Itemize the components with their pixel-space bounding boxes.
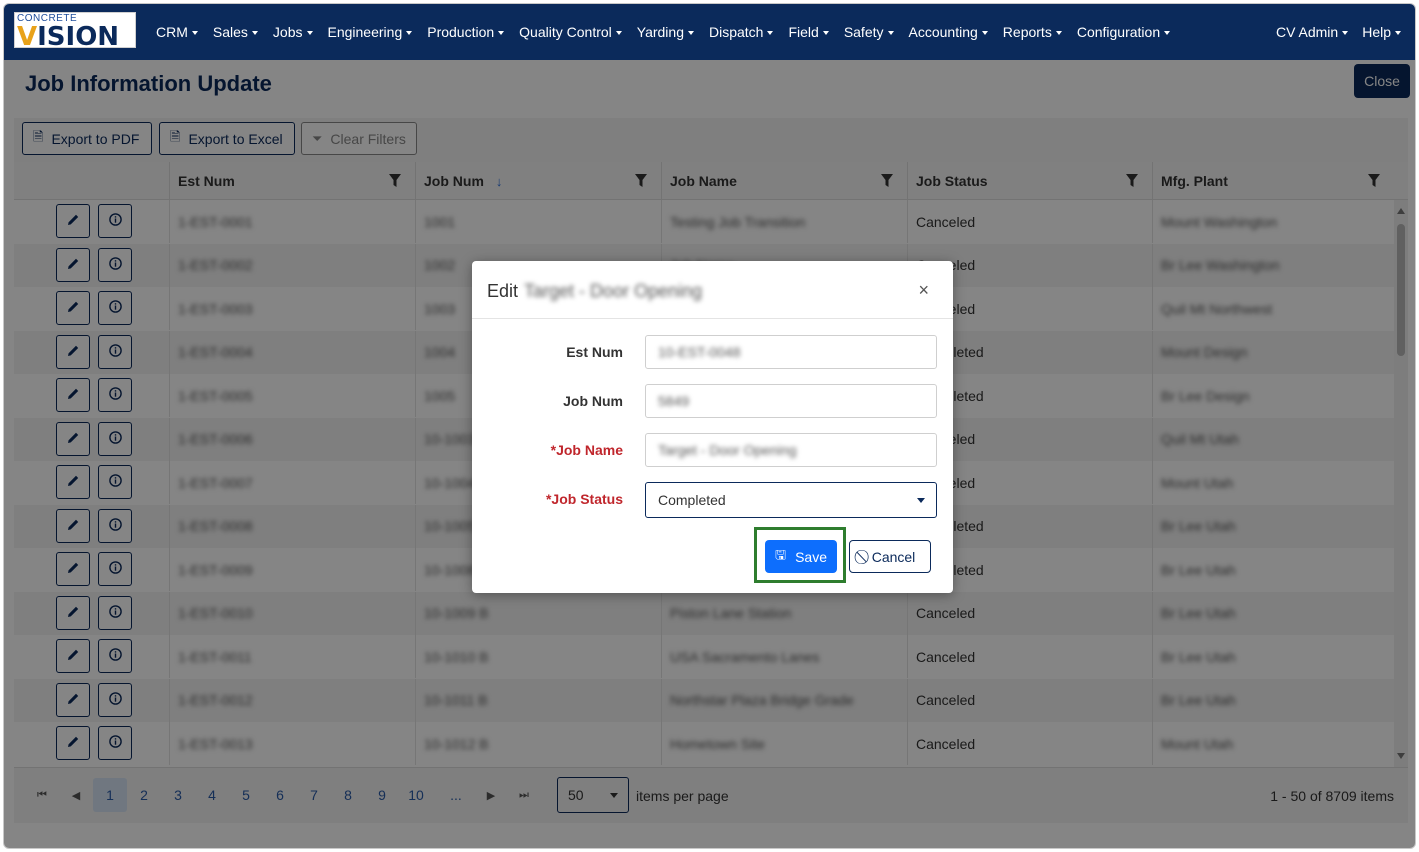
caret-down-icon: [1395, 31, 1401, 36]
nav-item-jobs[interactable]: Jobs: [273, 24, 313, 40]
nav-item-label: Help: [1362, 24, 1391, 40]
nav-right-help[interactable]: Help: [1362, 24, 1401, 40]
nav-item-accounting[interactable]: Accounting: [909, 24, 988, 40]
caret-down-icon: [615, 31, 622, 36]
nav-item-label: Accounting: [908, 24, 978, 40]
job-status-label: *Job Status: [545, 491, 623, 507]
concrete-vision-logo[interactable]: CONCRETE VISION: [14, 12, 136, 52]
save-label: Save: [795, 548, 827, 565]
floppy-disk-icon: 🖫: [775, 546, 787, 562]
nav-item-label: Safety: [843, 24, 884, 40]
nav-item-label: Quality Control: [519, 24, 612, 40]
dialog-header: Edit Target - Door Opening ×: [472, 261, 953, 319]
chevron-down-icon: [917, 498, 925, 503]
job-status-row: *Job Status Completed: [472, 482, 953, 518]
job-name-value: Target - Door Opening: [658, 442, 797, 458]
job-name-label: *Job Name: [550, 442, 623, 458]
save-button[interactable]: 🖫 Save: [765, 540, 837, 573]
est-num-value: 10-EST-0048: [658, 344, 741, 360]
nav-item-yarding[interactable]: Yarding: [637, 24, 694, 40]
nav-item-label: Reports: [1002, 24, 1052, 40]
est-num-field[interactable]: 10-EST-0048: [645, 335, 937, 369]
caret-down-icon: [1055, 31, 1062, 36]
dialog-title: Edit Target - Door Opening: [487, 281, 703, 301]
job-num-label: Job Num: [563, 393, 623, 409]
nav-item-label: Configuration: [1076, 24, 1161, 40]
nav-item-label: Sales: [212, 24, 248, 40]
cancel-label: Cancel: [871, 548, 916, 565]
nav-item-label: Dispatch: [708, 24, 764, 40]
nav-item-safety[interactable]: Safety: [844, 24, 894, 40]
caret-down-icon: [767, 31, 774, 36]
caret-down-icon: [306, 31, 313, 36]
caret-down-icon: [981, 31, 988, 36]
nav-item-label: CV Admin: [1275, 24, 1339, 40]
caret-down-icon: [498, 31, 505, 36]
nav-item-quality-control[interactable]: Quality Control: [519, 24, 622, 40]
caret-down-icon: [822, 31, 829, 36]
nav-item-label: CRM: [156, 24, 188, 40]
caret-down-icon: [687, 31, 694, 36]
caret-down-icon: [1164, 31, 1171, 36]
job-num-value: 5849: [658, 393, 690, 409]
nav-item-label: Production: [427, 24, 495, 40]
nav-item-label: Yarding: [636, 24, 684, 40]
edit-job-dialog: Edit Target - Door Opening × Est Num 10-E…: [472, 261, 953, 593]
caret-down-icon: [1342, 31, 1349, 36]
nav-item-configuration[interactable]: Configuration: [1076, 24, 1171, 40]
nav-item-label: Engineering: [327, 24, 403, 40]
caret-down-icon: [251, 31, 258, 36]
top-navbar: CONCRETE VISION CRM Sales Jobs Engineering P…: [4, 4, 1415, 60]
logo-main-text: VISION: [17, 22, 120, 52]
job-status-value: Completed: [658, 492, 726, 508]
main-menu: CRM Sales Jobs Engineering Production Quality…: [156, 4, 1185, 60]
nav-item-label: Field: [788, 24, 819, 40]
user-menu: CV Admin Help: [1262, 4, 1401, 60]
est-num-label: Est Num: [566, 344, 623, 360]
nav-item-engineering[interactable]: Engineering: [328, 24, 413, 40]
nav-item-production[interactable]: Production: [427, 24, 505, 40]
nav-item-dispatch[interactable]: Dispatch: [708, 24, 774, 40]
nav-item-reports[interactable]: Reports: [1003, 24, 1062, 40]
nav-item-sales[interactable]: Sales: [213, 24, 258, 40]
caret-down-icon: [191, 31, 198, 36]
job-name-field[interactable]: Target - Door Opening: [645, 433, 937, 467]
app-window: CONCRETE VISION CRM Sales Jobs Engineering P…: [3, 3, 1416, 849]
close-icon[interactable]: ×: [918, 280, 929, 301]
job-name-row: *Job Name Target - Door Opening: [472, 433, 953, 467]
nav-item-field[interactable]: Field: [788, 24, 829, 40]
caret-down-icon: [406, 31, 413, 36]
caret-down-icon: [887, 31, 894, 36]
est-num-row: Est Num 10-EST-0048: [472, 335, 953, 369]
nav-item-crm[interactable]: CRM: [156, 24, 198, 40]
job-status-select[interactable]: Completed: [645, 482, 937, 518]
nav-right-cv-admin[interactable]: CV Admin: [1275, 24, 1349, 40]
cancel-button[interactable]: ⃠ Cancel: [849, 540, 931, 573]
nav-item-label: Jobs: [272, 24, 303, 40]
job-num-row: Job Num 5849: [472, 384, 953, 418]
job-num-field[interactable]: 5849: [645, 384, 937, 418]
